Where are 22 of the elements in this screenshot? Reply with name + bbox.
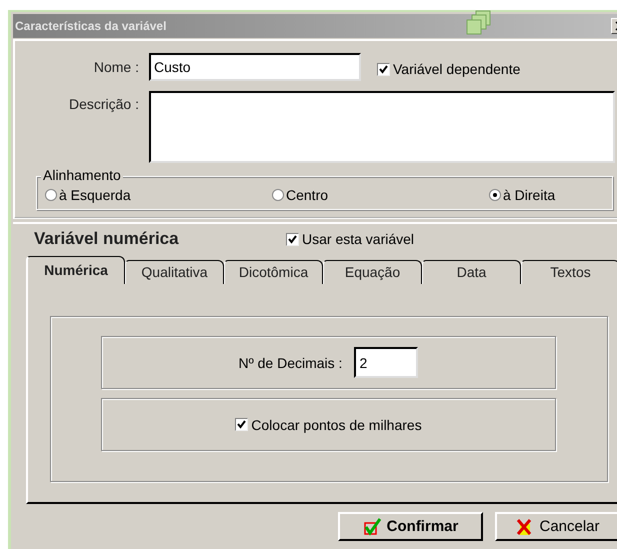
tab[interactable]: Data bbox=[422, 260, 521, 284]
tab[interactable]: Textos bbox=[521, 260, 617, 284]
checkbox-label[interactable]: Colocar pontos de milhares bbox=[251, 416, 422, 432]
field-label: Nome : bbox=[92, 59, 140, 75]
window-title: Características da variável bbox=[14, 19, 166, 33]
tab[interactable]: Qualitativa bbox=[125, 260, 224, 284]
cancel-button[interactable]: Cancelar bbox=[495, 512, 617, 541]
section-title: Variável numérica bbox=[34, 229, 180, 249]
tab[interactable]: Dicotômica bbox=[224, 260, 323, 284]
checkbox-label[interactable]: Variável dependente bbox=[393, 61, 520, 77]
confirm-button[interactable]: Confirmar bbox=[338, 512, 483, 541]
group-title: Alinhamento bbox=[41, 167, 123, 183]
name-field[interactable]: Custo bbox=[149, 53, 361, 81]
tab[interactable]: Equação bbox=[323, 260, 422, 284]
field-label: Nº de Decimais : bbox=[238, 354, 342, 370]
tab[interactable]: Numérica bbox=[26, 256, 125, 284]
radio-label[interactable]: à Esquerda bbox=[59, 187, 131, 203]
radio-label[interactable]: à Direita bbox=[503, 187, 556, 203]
radio-label[interactable]: Centro bbox=[286, 187, 328, 203]
decimals-field[interactable]: 2 bbox=[354, 347, 418, 378]
checkbox-label[interactable]: Usar esta variável bbox=[302, 231, 414, 247]
field-label: Descrição : bbox=[68, 95, 140, 112]
